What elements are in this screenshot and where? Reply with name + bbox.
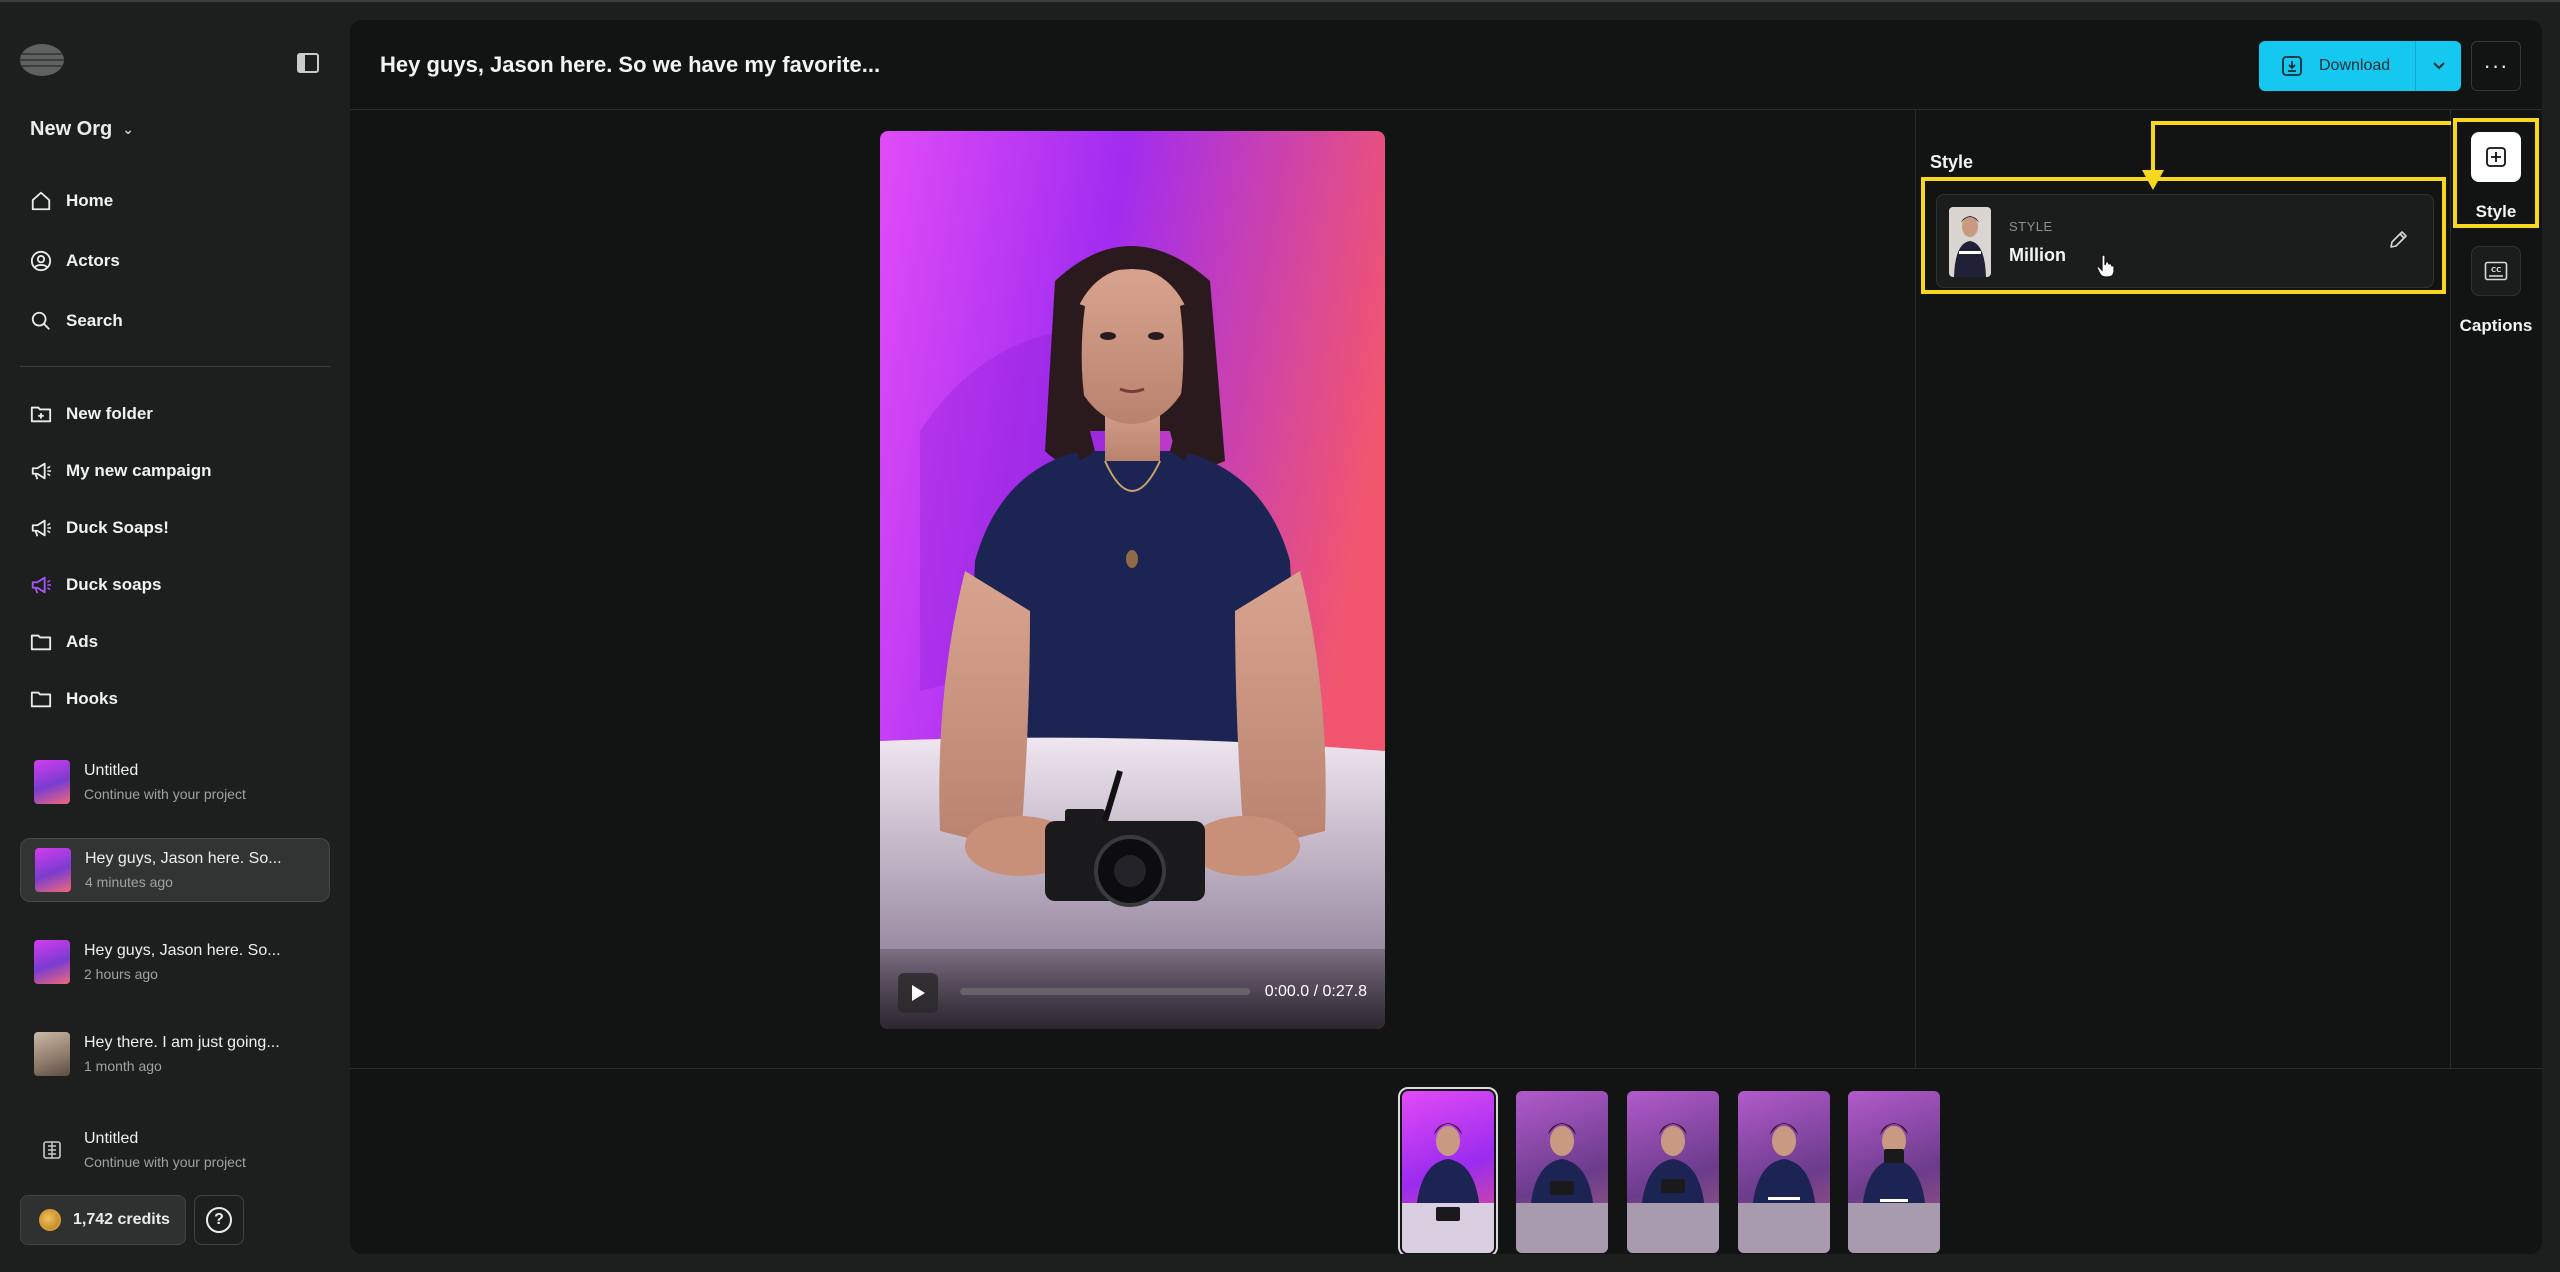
nav-search[interactable]: Search xyxy=(30,310,123,332)
download-label: Download xyxy=(2319,57,2391,74)
nav-actors-label: Actors xyxy=(66,251,120,270)
project-thumbnail xyxy=(34,760,70,804)
project-title: Untitled xyxy=(84,1130,139,1147)
megaphone-icon xyxy=(31,462,52,480)
folder-label: Hooks xyxy=(66,689,118,708)
scene-frame[interactable] xyxy=(1627,1091,1719,1253)
download-button[interactable]: Download xyxy=(2259,41,2415,91)
captions-icon: CC xyxy=(2484,261,2508,281)
project-item[interactable]: Hey there. I am just going... 1 month ago xyxy=(20,1022,330,1086)
style-card-value: Million xyxy=(2009,245,2066,265)
add-style-icon xyxy=(2486,147,2506,167)
folder-hooks[interactable]: Hooks xyxy=(30,688,118,710)
scene-frame-selected[interactable] xyxy=(1398,1087,1498,1254)
sidebar: New Org ⌄ Home Actors Search New folder … xyxy=(0,2,350,1272)
credits-button[interactable]: 1,742 credits xyxy=(20,1195,186,1245)
captions-rail-label: Captions xyxy=(2459,316,2533,335)
project-subtitle: Continue with your project xyxy=(84,1154,246,1170)
project-thumbnail xyxy=(35,848,71,892)
project-title: Untitled xyxy=(84,762,139,779)
folder-ads[interactable]: Ads xyxy=(30,631,98,653)
scene-timeline xyxy=(350,1068,2542,1254)
folder-label: Duck soaps xyxy=(66,575,162,594)
captions-rail-button[interactable]: CC xyxy=(2471,246,2521,296)
project-subtitle: 1 month ago xyxy=(84,1058,162,1074)
download-button-group: Download xyxy=(2259,41,2461,91)
pencil-icon[interactable] xyxy=(2387,229,2409,251)
video-time: 0:00.0 / 0:27.8 xyxy=(1264,983,1367,1000)
project-item[interactable]: Hey guys, Jason here. So... 2 hours ago xyxy=(20,930,330,994)
folder-plus-icon xyxy=(30,406,52,423)
folder-new-folder[interactable]: New folder xyxy=(30,403,153,425)
org-name: New Org xyxy=(30,118,113,140)
scene-frame[interactable] xyxy=(1738,1091,1830,1253)
nav-search-label: Search xyxy=(66,311,123,330)
project-thumbnail xyxy=(34,940,70,984)
folder-icon xyxy=(30,634,52,651)
style-rail-button[interactable] xyxy=(2471,132,2521,182)
sidebar-toggle-icon[interactable] xyxy=(296,52,320,74)
style-panel: Style STYLE Million xyxy=(1915,110,2451,1068)
org-switcher[interactable]: New Org ⌄ xyxy=(30,118,134,141)
folder-icon xyxy=(30,691,52,708)
folder-duck-soaps[interactable]: Duck soaps xyxy=(30,574,161,596)
style-card[interactable]: STYLE Million xyxy=(1936,194,2434,288)
app-logo-icon[interactable] xyxy=(18,42,66,78)
nav-home[interactable]: Home xyxy=(30,190,113,212)
search-icon xyxy=(31,311,50,330)
help-icon: ? xyxy=(206,1207,232,1233)
credits-label: 1,742 credits xyxy=(73,1211,170,1228)
project-subtitle: 2 hours ago xyxy=(84,966,158,982)
style-panel-title: Style xyxy=(1930,152,1974,172)
video-controls: 0:00.0 / 0:27.8 xyxy=(880,949,1385,1029)
project-item[interactable]: Untitled Continue with your project xyxy=(20,1118,330,1182)
play-icon[interactable] xyxy=(898,973,938,1013)
video-progress-bar[interactable] xyxy=(960,988,1250,995)
folder-my-new-campaign[interactable]: My new campaign xyxy=(30,460,211,482)
download-options-chevron-icon[interactable] xyxy=(2416,61,2461,71)
folder-label: My new campaign xyxy=(66,461,212,480)
nav-home-label: Home xyxy=(66,191,114,210)
hand-cursor-icon xyxy=(2096,254,2116,278)
more-options-icon[interactable]: ··· xyxy=(2471,41,2521,91)
user-circle-icon xyxy=(30,250,52,272)
project-subtitle: Continue with your project xyxy=(84,786,246,802)
video-frame-image xyxy=(880,131,1385,1029)
project-title: Hey there. I am just going... xyxy=(84,1034,280,1051)
project-blank-icon xyxy=(34,1128,70,1172)
coin-icon xyxy=(39,1209,61,1231)
megaphone-icon xyxy=(31,519,52,537)
project-title: Hey guys, Jason here. So... xyxy=(85,850,282,867)
help-button[interactable]: ? xyxy=(194,1195,244,1245)
arrow-down-icon xyxy=(2142,170,2164,195)
chevron-down-icon: ⌄ xyxy=(122,121,134,137)
folder-label: Duck Soaps! xyxy=(66,518,169,537)
svg-text:CC: CC xyxy=(2491,266,2501,274)
editor-panel: Hey guys, Jason here. So we have my favo… xyxy=(350,20,2542,1254)
scene-frame[interactable] xyxy=(1848,1091,1940,1253)
folder-duck-soaps-excl[interactable]: Duck Soaps! xyxy=(30,517,169,539)
folder-label: New folder xyxy=(66,404,153,423)
sidebar-divider xyxy=(20,366,330,367)
style-card-label: STYLE xyxy=(2009,219,2053,234)
download-icon xyxy=(2282,56,2302,76)
home-icon xyxy=(31,191,51,211)
video-player[interactable]: 0:00.0 / 0:27.8 xyxy=(880,131,1385,1029)
page-title: Hey guys, Jason here. So we have my favo… xyxy=(380,52,881,77)
project-item[interactable]: Untitled Continue with your project xyxy=(20,750,330,814)
megaphone-icon xyxy=(31,576,52,594)
editor-header: Hey guys, Jason here. So we have my favo… xyxy=(350,20,2542,110)
top-border xyxy=(0,0,2560,2)
folder-label: Ads xyxy=(66,632,99,651)
scene-frame[interactable] xyxy=(1516,1091,1608,1253)
project-title: Hey guys, Jason here. So... xyxy=(84,942,281,959)
project-subtitle: 4 minutes ago xyxy=(85,874,173,890)
style-rail-label: Style xyxy=(2475,202,2517,221)
project-item-active[interactable]: Hey guys, Jason here. So... 4 minutes ago xyxy=(20,838,330,902)
style-thumbnail xyxy=(1949,207,1991,277)
project-thumbnail xyxy=(34,1032,70,1076)
nav-actors[interactable]: Actors xyxy=(30,250,120,272)
